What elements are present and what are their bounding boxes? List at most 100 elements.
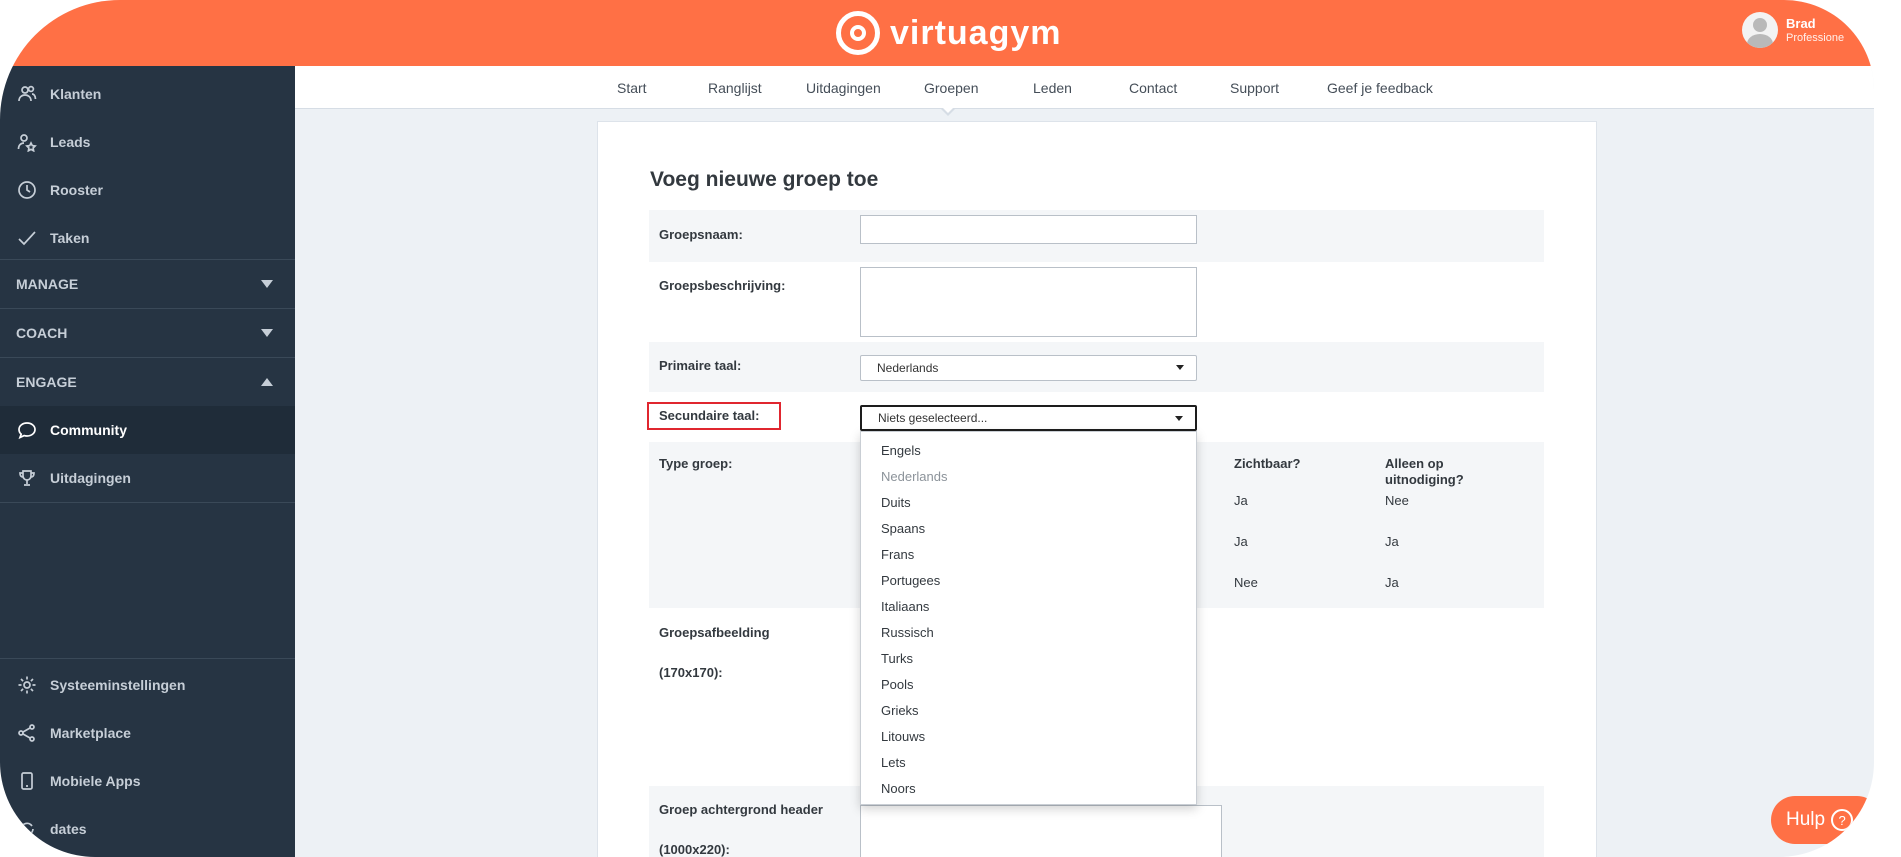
dropdown-option[interactable]: Italiaans (881, 599, 929, 614)
divider (0, 502, 295, 503)
primaire-taal-label: Primaire taal: (659, 358, 742, 373)
sidebar-item-label: Systeeminstellingen (50, 677, 186, 693)
section-label: ENGAGE (16, 374, 77, 390)
lead-star-icon (16, 131, 38, 153)
help-button[interactable]: Hulp ? (1771, 796, 1874, 844)
section-label: COACH (16, 325, 68, 341)
section-label: MANAGE (16, 276, 79, 292)
chevron-down-icon (261, 280, 273, 288)
type-cell: Ja (1385, 534, 1399, 549)
share-icon (16, 722, 38, 744)
sidebar-item-updates[interactable]: dates (0, 805, 295, 853)
groepsbeschrijving-textarea[interactable] (860, 267, 1197, 337)
row-groepsbeschrijving: Groepsbeschrijving: (649, 262, 1544, 342)
header-label: Groep achtergrond header (659, 802, 823, 817)
trophy-icon (16, 467, 38, 489)
sidebar-item-label: Mobiele Apps (50, 773, 141, 789)
sidebar-item-leads[interactable]: Leads (0, 118, 295, 166)
divider (0, 658, 295, 659)
dropdown-option[interactable]: Lets (881, 755, 906, 770)
sidebar: Klanten Leads Rooster Taken MANAGE COACH… (0, 66, 295, 857)
chevron-up-icon (261, 378, 273, 386)
secundaire-taal-select[interactable]: Niets geselecteerd... (860, 405, 1197, 431)
question-icon: ? (1831, 809, 1854, 831)
dropdown-option[interactable]: Grieks (881, 703, 919, 718)
community-tabs: Start Ranglijst Uitdagingen Groepen Lede… (295, 66, 1874, 109)
logo-ring-icon (836, 11, 880, 55)
tab-contact[interactable]: Contact (1129, 80, 1177, 96)
active-tab-indicator-fill (942, 107, 954, 113)
gear-icon (16, 674, 38, 696)
clock-icon (16, 179, 38, 201)
groepsnaam-label: Groepsnaam: (659, 227, 743, 242)
chat-bubble-icon (16, 419, 38, 441)
tab-groepen[interactable]: Groepen (924, 80, 978, 96)
caret-down-icon (1176, 365, 1184, 370)
check-icon (16, 227, 38, 249)
groepsafbeelding-label: Groepsafbeelding (659, 625, 770, 640)
sidebar-item-community[interactable]: Community (0, 406, 295, 454)
dropdown-option[interactable]: Pools (881, 677, 914, 692)
sidebar-item-label: Community (50, 422, 127, 438)
user-role: Professione (1786, 31, 1845, 44)
secundaire-taal-value: Niets geselecteerd... (878, 411, 988, 425)
col-alleen-op-uitnodiging: Alleen op uitnodiging? (1385, 456, 1464, 487)
dropdown-option[interactable]: Noors (881, 781, 916, 796)
dropdown-option[interactable]: Portugees (881, 573, 940, 588)
sidebar-item-klanten[interactable]: Klanten (0, 70, 295, 118)
sidebar-item-marketplace[interactable]: Marketplace (0, 709, 295, 757)
tab-feedback[interactable]: Geef je feedback (1327, 80, 1433, 96)
chevron-down-icon (261, 329, 273, 337)
section-engage[interactable]: ENGAGE (0, 357, 295, 406)
dropdown-option[interactable]: Russisch (881, 625, 934, 640)
page-title: Voeg nieuwe groep toe (650, 168, 879, 191)
row-primaire-taal: Primaire taal: Nederlands (649, 342, 1544, 392)
groepsbeschrijving-label: Groepsbeschrijving: (659, 278, 786, 293)
tab-uitdagingen[interactable]: Uitdagingen (806, 80, 881, 96)
sidebar-item-label: Leads (50, 134, 91, 150)
sidebar-item-label: Uitdagingen (50, 470, 131, 486)
dropdown-option: Nederlands (881, 469, 948, 484)
col-zichtbaar: Zichtbaar? (1234, 456, 1301, 471)
groepsafbeelding-size: (170x170): (659, 665, 723, 680)
sidebar-item-mobiele-apps[interactable]: Mobiele Apps (0, 757, 295, 805)
sidebar-item-systeeminstellingen[interactable]: Systeeminstellingen (0, 661, 295, 709)
top-bar: virtuagym Brad Professione (0, 0, 1874, 66)
primaire-taal-value: Nederlands (877, 361, 939, 375)
dropdown-option[interactable]: Turks (881, 651, 913, 666)
secundaire-taal-label: Secundaire taal: (659, 408, 760, 423)
avatar (1742, 12, 1778, 48)
tab-start[interactable]: Start (617, 80, 647, 96)
dropdown-option[interactable]: Spaans (881, 521, 925, 536)
sidebar-item-label: Taken (50, 230, 90, 246)
sidebar-item-taken[interactable]: Taken (0, 214, 295, 262)
header-upload-box[interactable] (860, 805, 1222, 857)
user-menu[interactable]: Brad Professione (1742, 12, 1844, 48)
type-groep-label: Type groep: (659, 456, 733, 471)
users-icon (16, 83, 38, 105)
phone-icon (16, 770, 38, 792)
sidebar-item-label: Rooster (50, 182, 103, 198)
dropdown-option[interactable]: Litouws (881, 729, 925, 744)
sidebar-item-rooster[interactable]: Rooster (0, 166, 295, 214)
groepsnaam-input[interactable] (860, 215, 1197, 244)
dropdown-option[interactable]: Engels (881, 443, 921, 458)
sidebar-item-uitdagingen[interactable]: Uitdagingen (0, 454, 295, 502)
user-name: Brad (1786, 15, 1816, 31)
row-groepsnaam: Groepsnaam: (649, 210, 1544, 262)
primaire-taal-select[interactable]: Nederlands (860, 355, 1197, 381)
sidebar-item-label: dates (50, 821, 87, 837)
section-coach[interactable]: COACH (0, 308, 295, 357)
tab-support[interactable]: Support (1230, 80, 1279, 96)
type-cell: Nee (1234, 575, 1258, 590)
section-manage[interactable]: MANAGE (0, 259, 295, 308)
dropdown-option[interactable]: Frans (881, 547, 914, 562)
brand-name: virtuagym (890, 13, 1062, 52)
brand-logo[interactable]: virtuagym (836, 10, 1062, 56)
secundaire-taal-dropdown: Engels Nederlands Duits Spaans Frans Por… (860, 431, 1197, 805)
help-label: Hulp (1786, 809, 1826, 830)
tab-leden[interactable]: Leden (1033, 80, 1072, 96)
tab-ranglijst[interactable]: Ranglijst (708, 80, 762, 96)
dropdown-option[interactable]: Duits (881, 495, 911, 510)
app-window: virtuagym Brad Professione Klanten Leads… (0, 0, 1874, 857)
